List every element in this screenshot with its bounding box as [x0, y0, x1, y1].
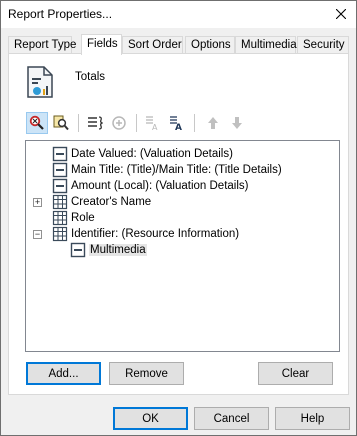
text-a-bold-icon: A	[170, 116, 182, 131]
expand-toggle-creators-name[interactable]: +	[33, 198, 42, 207]
find-all-button[interactable]	[50, 112, 72, 134]
find-field-icon	[29, 115, 44, 130]
window-title: Report Properties...	[8, 7, 113, 21]
text-bold-button[interactable]: A	[166, 112, 188, 134]
find-field-button[interactable]	[26, 112, 48, 134]
remove-button[interactable]: Remove	[109, 362, 184, 385]
cancel-button[interactable]: Cancel	[194, 407, 269, 430]
table-icon	[52, 226, 68, 242]
tab-multimedia[interactable]: Multimedia	[235, 36, 297, 54]
properties-button[interactable]	[84, 112, 106, 134]
add-button[interactable]: Add...	[26, 362, 101, 385]
table-icon	[52, 194, 68, 210]
add-circle-button[interactable]	[108, 112, 130, 134]
field-icon	[70, 242, 86, 258]
clear-button[interactable]: Clear	[258, 362, 333, 385]
text-format-button[interactable]: A	[142, 112, 164, 134]
close-button[interactable]	[326, 1, 356, 27]
report-document-icon	[27, 66, 53, 98]
tab-fields[interactable]: Fields	[81, 34, 122, 55]
tab-sort-order[interactable]: Sort Order	[122, 36, 183, 54]
field-icon	[52, 162, 68, 178]
field-icon	[52, 146, 68, 162]
fields-toolbar: A A	[26, 112, 256, 136]
tab-options[interactable]: Options	[185, 36, 235, 54]
fields-panel: Totals A A Date Valued: (Valuation Detai…	[8, 53, 349, 395]
collapse-toggle-identifier[interactable]: −	[33, 230, 42, 239]
svg-text:A: A	[175, 123, 182, 131]
tree-item-main-title[interactable]: Main Title: (Title)/Main Title: (Title D…	[52, 162, 282, 178]
tab-security[interactable]: Security	[297, 36, 349, 54]
close-icon	[336, 9, 346, 19]
table-icon	[52, 210, 68, 226]
tree-item-amount-local[interactable]: Amount (Local): (Valuation Details)	[52, 178, 248, 194]
find-all-icon	[53, 115, 69, 131]
help-button[interactable]: Help	[275, 407, 350, 430]
field-icon	[52, 178, 68, 194]
arrow-up-icon	[208, 117, 218, 129]
fields-tree[interactable]: Date Valued: (Valuation Details) Main Ti…	[25, 140, 340, 352]
properties-icon	[88, 116, 103, 130]
report-properties-dialog: Report Properties... Report Type Fields …	[0, 0, 357, 436]
move-down-button[interactable]	[226, 112, 248, 134]
title-bar: Report Properties...	[1, 1, 356, 28]
text-a-icon: A	[146, 116, 158, 131]
tree-item-identifier[interactable]: Identifier: (Resource Information)	[52, 226, 239, 242]
arrow-down-icon	[232, 117, 242, 129]
report-name: Totals	[75, 71, 106, 83]
tree-item-multimedia[interactable]: Multimedia	[70, 242, 147, 258]
ok-button[interactable]: OK	[113, 407, 188, 430]
move-up-button[interactable]	[202, 112, 224, 134]
svg-text:A: A	[152, 123, 158, 131]
tree-item-role[interactable]: Role	[52, 210, 95, 226]
add-circle-icon	[112, 116, 126, 130]
tree-item-creators-name[interactable]: Creator's Name	[52, 194, 151, 210]
tab-report-type[interactable]: Report Type	[8, 36, 76, 54]
tab-strip: Report Type Fields Sort Order Options Mu…	[8, 34, 349, 55]
tree-item-date-valued[interactable]: Date Valued: (Valuation Details)	[52, 146, 233, 162]
